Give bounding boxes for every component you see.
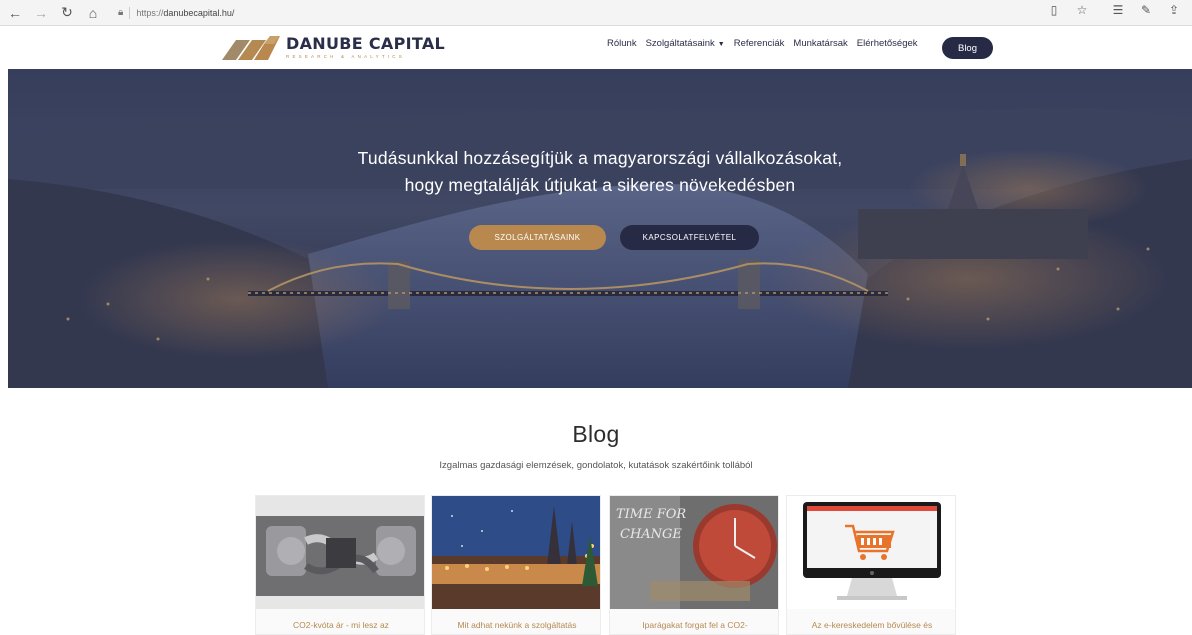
blog-button[interactable]: Blog xyxy=(942,37,993,59)
back-icon[interactable]: ← xyxy=(4,2,26,24)
hero-line-2: hogy megtalálják útjukat a sikeres növek… xyxy=(404,175,796,195)
christmas-market-photo xyxy=(432,496,600,609)
blog-section-title: Blog xyxy=(572,421,620,447)
nav-referenciak[interactable]: Referenciák xyxy=(734,38,785,49)
blog-card-title[interactable]: Iparágakat forgat fel a CO2- xyxy=(610,620,778,630)
url-host: danubecapital.hu/ xyxy=(163,7,235,18)
browser-actions: ▯ ☆ ☰ ✎ ⇪ xyxy=(1046,3,1182,17)
main-nav: Rólunk Szolgáltatásaink ▼ Referenciák Mun… xyxy=(607,38,927,49)
favorite-star-icon[interactable]: ☆ xyxy=(1074,3,1090,17)
forward-icon[interactable]: → xyxy=(30,2,52,24)
nav-munkatarsak[interactable]: Munkatársak xyxy=(793,38,847,49)
address-divider xyxy=(129,6,131,19)
chevron-down-icon: ▼ xyxy=(717,41,725,48)
favorites-list-icon[interactable]: ☰ xyxy=(1110,3,1126,17)
hero-banner: Tudásunkkal hozzásegítjük a magyarország… xyxy=(8,69,1192,388)
brand-tagline: RESEARCH & ANALYTICS xyxy=(286,54,405,59)
url-prefix: https:// xyxy=(136,7,164,18)
nav-elerhetosegek[interactable]: Elérhetőségek xyxy=(857,38,918,49)
blog-card-title[interactable]: Mit adhat nekünk a szolgáltatás xyxy=(432,620,600,630)
blog-card[interactable]: CO2-kvóta ár - mi lesz az xyxy=(255,495,425,635)
blog-card-title[interactable]: CO2-kvóta ár - mi lesz az xyxy=(256,620,424,630)
nav-szolgaltatasaink-label: Szolgáltatásaink xyxy=(645,38,715,49)
hero-heading: Tudásunkkal hozzásegítjük a magyarország… xyxy=(8,145,1192,199)
svg-text:CHANGE: CHANGE xyxy=(620,527,682,542)
car-engine-photo xyxy=(256,496,424,609)
lock-icon: 🔒︎ xyxy=(118,7,124,18)
logo[interactable]: DANUBE CAPITAL RESEARCH & ANALYTICS xyxy=(220,32,445,62)
home-icon[interactable]: ⌂ xyxy=(82,2,104,24)
time-for-change-clock-photo: TIME FOR CHANGE xyxy=(610,496,778,609)
blog-card-title[interactable]: Az e-kereskedelem bővülése és xyxy=(787,620,955,630)
blog-card[interactable]: Mit adhat nekünk a szolgáltatás xyxy=(431,495,601,635)
refresh-icon[interactable]: ↻ xyxy=(56,2,78,24)
pen-icon[interactable]: ✎ xyxy=(1138,3,1154,17)
services-button[interactable]: SZOLGÁLTATÁSAINK xyxy=(469,225,606,250)
shopping-cart-monitor-photo xyxy=(787,496,955,609)
logo-text: DANUBE CAPITAL RESEARCH & ANALYTICS xyxy=(286,34,445,60)
blog-card[interactable]: Az e-kereskedelem bővülése és xyxy=(786,495,956,635)
blog-card[interactable]: TIME FOR CHANGE Iparágakat forgat fel a … xyxy=(609,495,779,635)
browser-toolbar: ← → ↻ ⌂ 🔒︎ https://danubecapital.hu/ ▯ ☆… xyxy=(0,0,1192,26)
hero-line-1: Tudásunkkal hozzásegítjük a magyarország… xyxy=(357,148,843,168)
brand-name: DANUBE CAPITAL xyxy=(286,34,445,53)
address-bar[interactable]: 🔒︎ https://danubecapital.hu/ xyxy=(118,3,234,23)
nav-szolgaltatasaink[interactable]: Szolgáltatásaink ▼ xyxy=(646,38,725,49)
blog-section-subtitle: Izgalmas gazdasági elemzések, gondolatok… xyxy=(439,460,753,471)
contact-button[interactable]: KAPCSOLATFELVÉTEL xyxy=(620,225,759,250)
site-header: DANUBE CAPITAL RESEARCH & ANALYTICS Rólu… xyxy=(0,26,1192,69)
logo-mark-icon xyxy=(222,36,280,60)
reading-view-icon[interactable]: ▯ xyxy=(1046,3,1062,17)
share-icon[interactable]: ⇪ xyxy=(1166,3,1182,17)
svg-text:TIME FOR: TIME FOR xyxy=(616,507,686,522)
nav-rolunk[interactable]: Rólunk xyxy=(607,38,637,49)
